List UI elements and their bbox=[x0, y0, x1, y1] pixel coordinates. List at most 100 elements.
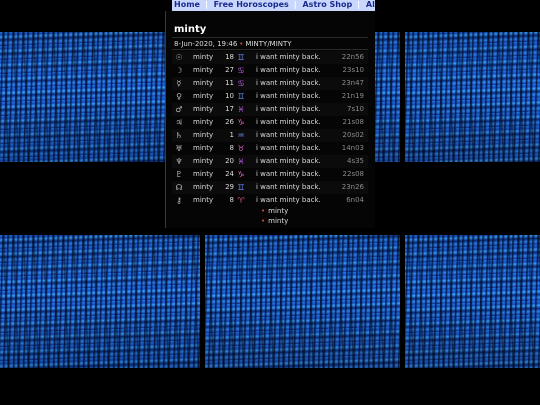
row-text[interactable]: i want minty back. bbox=[256, 168, 321, 181]
pisces-icon: ♓ bbox=[237, 105, 245, 114]
row-name: minty bbox=[193, 170, 214, 178]
row-name: minty bbox=[193, 79, 214, 87]
row-text[interactable]: i want minty back. bbox=[256, 77, 321, 90]
row-degree: 26 bbox=[225, 118, 234, 126]
divider bbox=[172, 49, 368, 50]
table-row: ☽ minty 27 ♋ i want minty back. 23s10 bbox=[172, 64, 368, 77]
row-time: 21s08 bbox=[342, 118, 364, 126]
nav-link-free-horoscopes[interactable]: Free Horoscopes bbox=[214, 0, 289, 9]
row-text[interactable]: i want minty back. bbox=[256, 51, 321, 64]
row-time: 20s02 bbox=[342, 131, 364, 139]
saturn-icon: ♄ bbox=[175, 131, 183, 140]
post-title: minty bbox=[174, 24, 207, 35]
positions-table: ☉ minty 18 ♊ i want minty back. 22n56 ☽ minty 27… bbox=[172, 51, 368, 207]
row-time: 22n56 bbox=[341, 53, 364, 61]
background-tile bbox=[375, 32, 400, 162]
row-degree: 8 bbox=[229, 196, 234, 204]
cancer-icon: ♋ bbox=[237, 79, 245, 88]
row-degree: 20 bbox=[225, 157, 234, 165]
table-row: ☊ minty 29 ♊ i want minty back. 23n26 bbox=[172, 181, 368, 194]
row-name: minty bbox=[193, 157, 214, 165]
table-row: ☿ minty 11 ♋ i want minty back. 23n47 bbox=[172, 77, 368, 90]
row-name: minty bbox=[193, 131, 214, 139]
table-row: ♄ minty 1 ♒ i want minty back. 20s02 bbox=[172, 129, 368, 142]
post-subject-link[interactable]: MINTY/MINTY bbox=[245, 40, 291, 48]
row-text[interactable]: i want minty back. bbox=[256, 90, 321, 103]
row-time: 21n19 bbox=[341, 92, 364, 100]
aquarius-icon: ♒ bbox=[237, 131, 245, 140]
table-row: ♀ minty 10 ♊ i want minty back. 21n19 bbox=[172, 90, 368, 103]
row-text[interactable]: i want minty back. bbox=[256, 116, 321, 129]
row-time: 6n04 bbox=[346, 196, 364, 204]
table-row: ♃ minty 26 ♑ i want minty back. 21s08 bbox=[172, 116, 368, 129]
bullet-icon: • bbox=[239, 40, 244, 48]
row-degree: 10 bbox=[225, 92, 234, 100]
footer-link-label: minty bbox=[268, 217, 289, 225]
pisces-icon: ♓ bbox=[237, 157, 245, 166]
row-text[interactable]: i want minty back. bbox=[256, 155, 321, 168]
taurus-icon: ♉ bbox=[237, 144, 245, 153]
gemini-icon: ♊ bbox=[237, 183, 245, 192]
cancer-icon: ♋ bbox=[237, 66, 245, 75]
row-text[interactable]: i want minty back. bbox=[256, 103, 321, 116]
chiron-icon: ⚷ bbox=[176, 196, 182, 205]
background-tile bbox=[205, 235, 400, 368]
venus-icon: ♀ bbox=[176, 92, 182, 101]
table-row: ♂ minty 17 ♓ i want minty back. 7s10 bbox=[172, 103, 368, 116]
row-degree: 17 bbox=[225, 105, 234, 113]
row-time: 4s35 bbox=[346, 157, 364, 165]
row-text[interactable]: i want minty back. bbox=[256, 142, 321, 155]
mercury-icon: ☿ bbox=[176, 79, 182, 88]
row-name: minty bbox=[193, 118, 214, 126]
row-degree: 27 bbox=[225, 66, 234, 74]
row-degree: 11 bbox=[225, 79, 234, 87]
mars-icon: ♂ bbox=[175, 105, 183, 114]
row-degree: 8 bbox=[229, 144, 234, 152]
row-time: 23s10 bbox=[342, 66, 364, 74]
uranus-icon: ♅ bbox=[175, 144, 183, 153]
row-text[interactable]: i want minty back. bbox=[256, 194, 321, 207]
aries-icon: ♈ bbox=[237, 196, 245, 205]
panel-border bbox=[165, 11, 166, 228]
nav-link-about-astrology[interactable]: All about Astrology bbox=[366, 0, 375, 9]
row-text[interactable]: i want minty back. bbox=[256, 129, 321, 142]
table-row: ♇ minty 24 ♑ i want minty back. 22s08 bbox=[172, 168, 368, 181]
row-text[interactable]: i want minty back. bbox=[256, 64, 321, 77]
capricorn-icon: ♑ bbox=[237, 170, 245, 179]
post-date: 8-Jun-2020, 19:46 bbox=[174, 40, 238, 48]
row-time: 7s10 bbox=[346, 105, 364, 113]
row-degree: 1 bbox=[229, 131, 234, 139]
background-tile bbox=[405, 32, 540, 162]
nav-link-astro-shop[interactable]: Astro Shop bbox=[302, 0, 352, 9]
row-degree: 18 bbox=[225, 53, 234, 61]
moon-icon: ☽ bbox=[175, 66, 183, 75]
row-name: minty bbox=[193, 144, 214, 152]
row-name: minty bbox=[193, 196, 214, 204]
row-name: minty bbox=[193, 53, 214, 61]
background-tile bbox=[405, 235, 540, 368]
background-tile bbox=[0, 32, 165, 162]
table-row: ♆ minty 20 ♓ i want minty back. 4s35 bbox=[172, 155, 368, 168]
row-time: 23n47 bbox=[341, 79, 364, 87]
post-meta: 8-Jun-2020, 19:46 • MINTY/MINTY bbox=[174, 40, 292, 48]
table-row: ♅ minty 8 ♉ i want minty back. 14n03 bbox=[172, 142, 368, 155]
gemini-icon: ♊ bbox=[237, 53, 245, 62]
row-time: 23n26 bbox=[341, 183, 364, 191]
row-name: minty bbox=[193, 105, 214, 113]
row-name: minty bbox=[193, 66, 214, 74]
footer-link[interactable]: • minty bbox=[261, 217, 288, 225]
background-tile bbox=[0, 235, 200, 368]
table-row: ⚷ minty 8 ♈ i want minty back. 6n04 bbox=[172, 194, 368, 207]
nav-link-home[interactable]: Home bbox=[174, 0, 200, 9]
row-degree: 29 bbox=[225, 183, 234, 191]
row-text[interactable]: i want minty back. bbox=[256, 181, 321, 194]
row-time: 14n03 bbox=[341, 144, 364, 152]
table-row: ☉ minty 18 ♊ i want minty back. 22n56 bbox=[172, 51, 368, 64]
node-icon: ☊ bbox=[175, 183, 183, 192]
row-degree: 24 bbox=[225, 170, 234, 178]
jupiter-icon: ♃ bbox=[175, 118, 183, 127]
row-name: minty bbox=[193, 92, 214, 100]
footer-link[interactable]: • minty bbox=[261, 207, 288, 215]
divider bbox=[172, 37, 368, 38]
capricorn-icon: ♑ bbox=[237, 118, 245, 127]
